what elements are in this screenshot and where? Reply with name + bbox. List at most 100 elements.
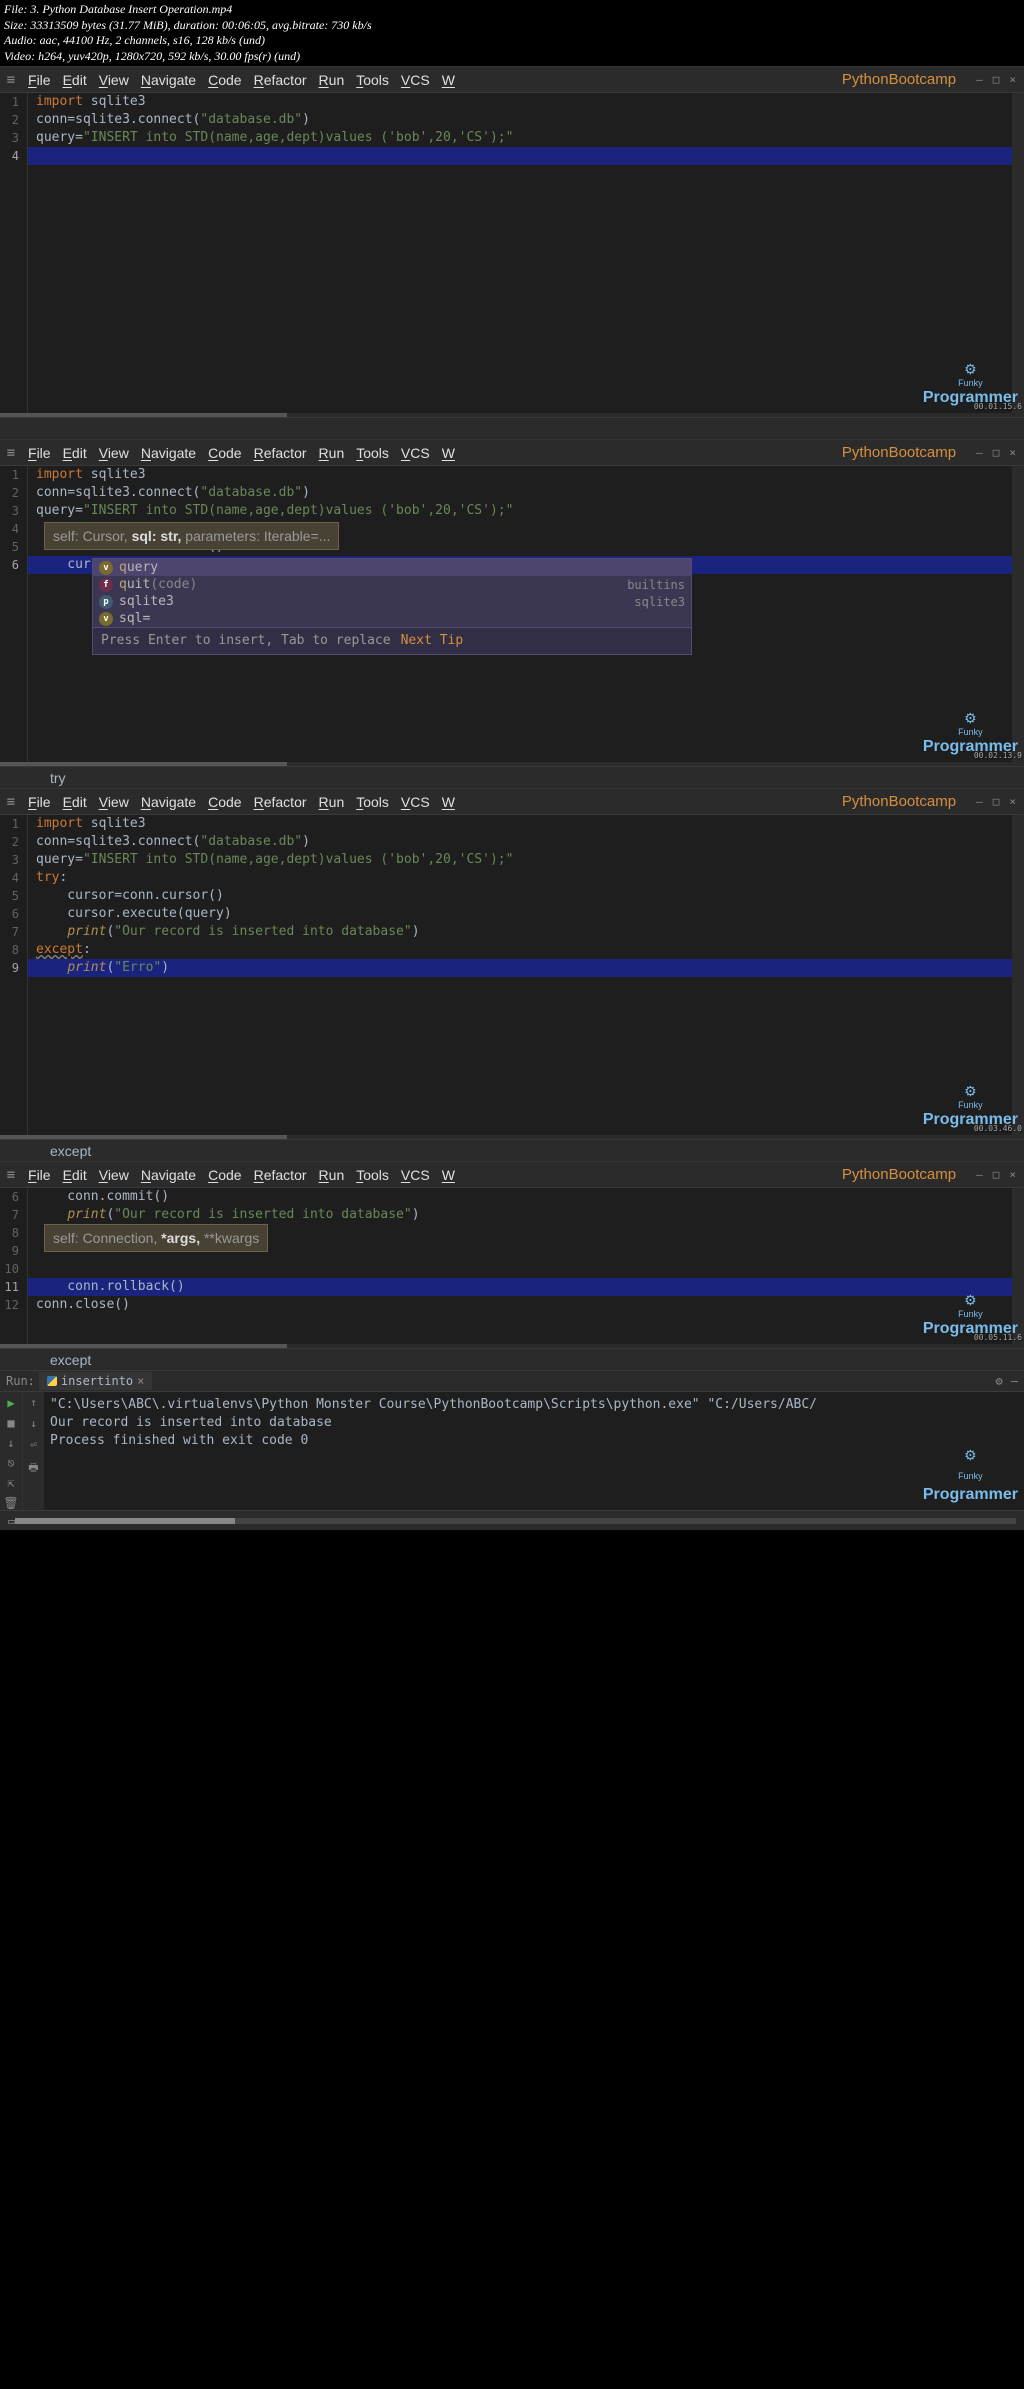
menu-file[interactable]: File (22, 1167, 57, 1183)
line-gutter[interactable]: 1234 (0, 93, 28, 413)
code-line[interactable]: query="INSERT into STD(name,age,dept)val… (28, 851, 1012, 869)
menu-run[interactable]: Run (313, 1167, 351, 1183)
line-number[interactable]: 12 (0, 1296, 19, 1314)
menu-tools[interactable]: Tools (350, 794, 395, 810)
menu-refactor[interactable]: Refactor (248, 445, 313, 461)
menu-edit[interactable]: Edit (57, 1167, 93, 1183)
line-number[interactable]: 7 (0, 1206, 19, 1224)
scrollbar-thumb[interactable] (0, 413, 287, 417)
autocomplete-item[interactable]: fquit(code)builtins (93, 576, 691, 593)
menu-edit[interactable]: Edit (57, 445, 93, 461)
close-tab-icon[interactable]: × (137, 1374, 144, 1388)
menu-tools[interactable]: Tools (350, 445, 395, 461)
horizontal-scrollbar[interactable] (0, 413, 1024, 417)
horizontal-scrollbar[interactable] (0, 762, 1024, 766)
menu-refactor[interactable]: Refactor (248, 794, 313, 810)
menu-refactor[interactable]: Refactor (248, 1167, 313, 1183)
next-tip-link[interactable]: Next Tip (401, 632, 464, 650)
line-number[interactable]: 3 (0, 502, 19, 520)
menu-code[interactable]: Code (202, 1167, 247, 1183)
autocomplete-popup[interactable]: vqueryfquit(code)builtinspsqlite3sqlite3… (92, 558, 692, 655)
line-number[interactable]: 2 (0, 833, 19, 851)
down-icon[interactable]: ↓ (7, 1436, 14, 1450)
editor-right-gutter[interactable] (1012, 93, 1024, 413)
code-editor[interactable]: import sqlite3conn=sqlite3.connect("data… (28, 93, 1012, 413)
line-number[interactable]: 6 (0, 905, 19, 923)
horizontal-scrollbar[interactable] (0, 1344, 1024, 1348)
menu-code[interactable]: Code (202, 72, 247, 88)
code-editor[interactable]: conn.commit() print("Our record is inser… (28, 1188, 1012, 1344)
menu-vcs[interactable]: VCS (395, 794, 436, 810)
menu-refactor[interactable]: Refactor (248, 72, 313, 88)
line-number[interactable]: 2 (0, 111, 19, 129)
menu-view[interactable]: View (93, 1167, 135, 1183)
editor-right-gutter[interactable] (1012, 1188, 1024, 1344)
line-number[interactable]: 9 (0, 959, 19, 977)
breadcrumb[interactable]: except (0, 1348, 1024, 1370)
menu-navigate[interactable]: Navigate (135, 1167, 202, 1183)
scrollbar-thumb[interactable] (0, 1344, 287, 1348)
minimize-icon[interactable]: — (976, 446, 983, 459)
menu-navigate[interactable]: Navigate (135, 794, 202, 810)
minimize-icon[interactable]: — (976, 795, 983, 808)
code-editor[interactable]: import sqlite3conn=sqlite3.connect("data… (28, 466, 1012, 762)
menu-run[interactable]: Run (313, 445, 351, 461)
code-line[interactable]: import sqlite3 (28, 93, 1012, 111)
menu-edit[interactable]: Edit (57, 72, 93, 88)
menu-navigate[interactable]: Navigate (135, 72, 202, 88)
menu-code[interactable]: Code (202, 794, 247, 810)
editor-right-gutter[interactable] (1012, 466, 1024, 762)
breadcrumb[interactable]: try (0, 766, 1024, 788)
line-number[interactable]: 3 (0, 851, 19, 869)
menu-file[interactable]: File (22, 445, 57, 461)
menu-vcs[interactable]: VCS (395, 445, 436, 461)
line-number[interactable]: 4 (0, 869, 19, 887)
line-number[interactable]: 3 (0, 129, 19, 147)
tool-window-icon[interactable]: ▭ (8, 1514, 15, 1528)
menu-edit[interactable]: Edit (57, 794, 93, 810)
line-number[interactable]: 1 (0, 93, 19, 111)
code-line[interactable]: conn=sqlite3.connect("database.db") (28, 833, 1012, 851)
main-menu-icon[interactable]: ≡ (0, 440, 22, 466)
code-line[interactable]: cursor.execute(query) (28, 905, 1012, 923)
close-icon[interactable]: × (1009, 446, 1016, 459)
main-menu-icon[interactable]: ≡ (0, 789, 22, 815)
code-line[interactable]: conn=sqlite3.connect("database.db") (28, 484, 1012, 502)
menu-file[interactable]: File (22, 794, 57, 810)
menu-run[interactable]: Run (313, 72, 351, 88)
menu-tools[interactable]: Tools (350, 72, 395, 88)
maximize-icon[interactable]: □ (993, 1168, 1000, 1181)
scrollbar-thumb[interactable] (0, 762, 287, 766)
code-line[interactable]: print("Our record is inserted into datab… (28, 923, 1012, 941)
stop-icon[interactable]: ■ (7, 1416, 14, 1430)
maximize-icon[interactable]: □ (993, 795, 1000, 808)
minimize-icon[interactable]: — (976, 73, 983, 86)
line-number[interactable]: 1 (0, 466, 19, 484)
line-number[interactable]: 10 (0, 1260, 19, 1278)
code-line[interactable]: query="INSERT into STD(name,age,dept)val… (28, 502, 1012, 520)
code-editor[interactable]: import sqlite3conn=sqlite3.connect("data… (28, 815, 1012, 1135)
hide-icon[interactable]: — (1011, 1374, 1018, 1388)
maximize-icon[interactable]: □ (993, 446, 1000, 459)
scrollbar-thumb[interactable] (0, 1135, 287, 1139)
line-number[interactable]: 6 (0, 1188, 19, 1206)
run-output[interactable]: "C:\Users\ABC\.virtualenvs\Python Monste… (44, 1392, 1024, 1510)
minimize-icon[interactable]: — (976, 1168, 983, 1181)
menu-code[interactable]: Code (202, 445, 247, 461)
menu-view[interactable]: View (93, 72, 135, 88)
menu-tools[interactable]: Tools (350, 1167, 395, 1183)
autocomplete-item[interactable]: vquery (93, 559, 691, 576)
menu-vcs[interactable]: VCS (395, 1167, 436, 1183)
menu-run[interactable]: Run (313, 794, 351, 810)
print-icon[interactable]: 🖶 (28, 1459, 38, 1478)
line-number[interactable]: 2 (0, 484, 19, 502)
menu-vcs[interactable]: VCS (395, 72, 436, 88)
menu-file[interactable]: File (22, 72, 57, 88)
code-line[interactable]: conn.rollback() (28, 1278, 1012, 1296)
gear-icon[interactable]: ⚙ (996, 1374, 1003, 1388)
line-number[interactable]: 1 (0, 815, 19, 833)
code-line[interactable]: import sqlite3 (28, 466, 1012, 484)
attach-icon[interactable]: ⎋ (7, 1456, 14, 1470)
close-icon[interactable]: × (1009, 73, 1016, 86)
menu-w[interactable]: W (436, 72, 461, 88)
